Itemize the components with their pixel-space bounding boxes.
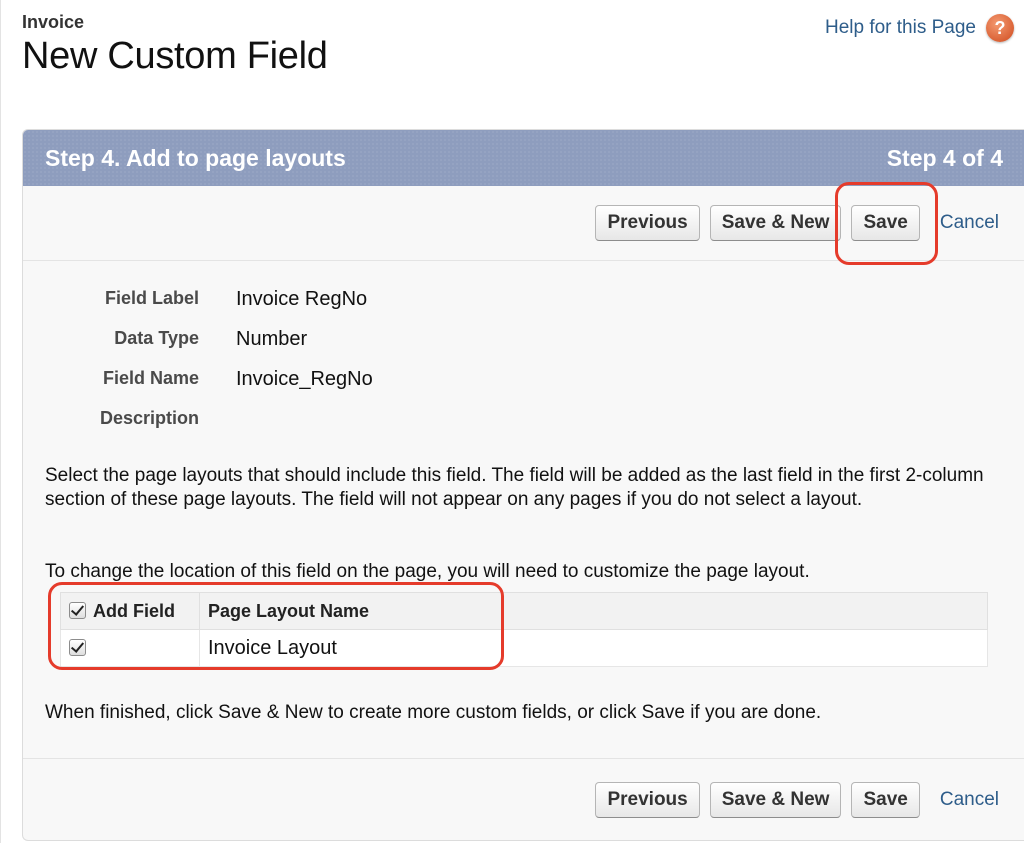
save-new-button[interactable]: Save & New <box>709 782 842 818</box>
page-title: New Custom Field <box>22 35 328 77</box>
previous-button[interactable]: Previous <box>595 782 700 818</box>
field-label-value: Invoice RegNo <box>236 288 368 310</box>
data-type-caption: Data Type <box>114 328 199 348</box>
change-location-text: To change the location of this field on … <box>45 561 810 582</box>
step-panel: Step 4. Add to page layouts Step 4 of 4 … <box>22 129 1024 841</box>
save-new-button[interactable]: Save & New <box>709 205 842 241</box>
help-icon[interactable]: ? <box>986 14 1014 42</box>
select-layouts-text: Select the page layouts that should incl… <box>45 465 984 510</box>
step-title: Step 4. Add to page layouts <box>45 144 346 171</box>
field-label-caption: Field Label <box>104 288 199 308</box>
cancel-link[interactable]: Cancel <box>940 212 999 234</box>
field-name-caption: Field Name <box>102 368 199 388</box>
bottom-button-row: Previous Save & New Save Cancel <box>23 758 1024 840</box>
step-header: Step 4. Add to page layouts Step 4 of 4 <box>23 130 1024 186</box>
help-link[interactable]: Help for this Page ? <box>825 14 1014 42</box>
data-type-value: Number <box>236 328 308 350</box>
table-highlight-annotation <box>48 582 504 670</box>
save-highlight-annotation <box>835 182 938 265</box>
save-button[interactable]: Save <box>851 782 920 818</box>
help-link-label[interactable]: Help for this Page <box>825 17 976 39</box>
object-name: Invoice <box>22 12 85 32</box>
left-border <box>0 0 1 843</box>
cancel-link[interactable]: Cancel <box>940 789 999 811</box>
field-name-value: Invoice_RegNo <box>236 368 373 390</box>
previous-button[interactable]: Previous <box>595 205 700 241</box>
finished-text: When finished, click Save & New to creat… <box>45 702 822 723</box>
step-progress: Step 4 of 4 <box>886 144 1003 171</box>
page-header: Invoice New Custom Field <box>22 12 328 78</box>
description-caption: Description <box>99 408 199 428</box>
